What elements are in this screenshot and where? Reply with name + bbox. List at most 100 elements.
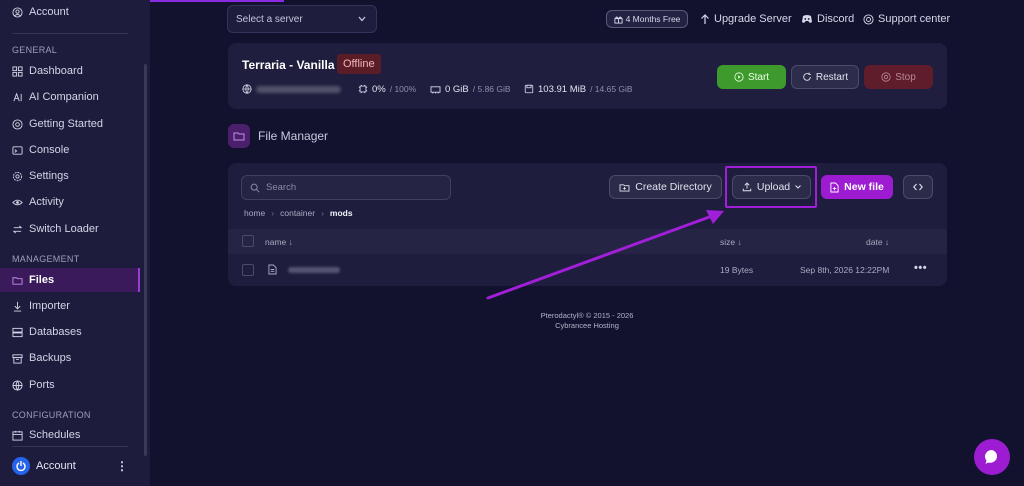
sidebar-item-files[interactable]: Files <box>0 268 140 292</box>
globe-icon <box>242 84 252 94</box>
file-icon <box>268 264 277 275</box>
stop-circle-icon <box>881 72 891 82</box>
footer: Pterodactyl® © 2015 - 2026 Cybrancee Hos… <box>487 311 687 331</box>
sidebar-item-schedules[interactable]: Schedules <box>12 427 80 443</box>
create-directory-label: Create Directory <box>635 181 712 193</box>
play-circle-icon <box>734 72 744 82</box>
sidebar-item-label: Activity <box>29 196 64 208</box>
breadcrumb: home › container › mods <box>244 207 353 219</box>
server-address <box>242 82 341 96</box>
switch-icon <box>12 225 23 233</box>
discord-link[interactable]: Discord <box>801 11 854 27</box>
file-manager-panel: Create Directory Upload New file home › … <box>228 163 947 286</box>
column-header-date[interactable]: date ↓ <box>866 237 889 247</box>
sidebar-item-label: Schedules <box>29 429 81 441</box>
file-plus-icon <box>830 182 839 192</box>
account-label: Account <box>36 460 76 472</box>
folder-icon <box>12 276 23 285</box>
upgrade-server-label: Upgrade Server <box>714 13 792 25</box>
memory-usage: 0 GiB / 5.86 GiB <box>430 82 511 96</box>
create-directory-button[interactable]: Create Directory <box>609 175 722 199</box>
sidebar-item-label: Dashboard <box>29 65 83 77</box>
user-circle-icon <box>12 6 23 18</box>
calendar-icon <box>12 430 23 441</box>
sidebar-item-account-top[interactable]: Account <box>12 4 69 20</box>
discord-icon <box>802 15 812 23</box>
sidebar-item-label: AI Companion <box>29 91 99 103</box>
status-badge: Offline <box>337 54 381 74</box>
breadcrumb-item-current: mods <box>329 208 353 218</box>
arrow-up-icon <box>701 13 709 24</box>
server-select[interactable]: Select a server <box>227 5 377 33</box>
sidebar-item-activity[interactable]: Activity <box>12 194 64 210</box>
kebab-menu-icon[interactable]: ⋮ <box>116 459 128 473</box>
sidebar-item-ports[interactable]: Ports <box>12 377 55 393</box>
row-options-icon[interactable]: ••• <box>914 262 927 274</box>
sidebar-divider <box>12 446 128 447</box>
select-all-checkbox[interactable] <box>242 235 254 247</box>
column-header-name[interactable]: name ↓ <box>265 237 293 247</box>
sidebar-item-switch-loader[interactable]: Switch Loader <box>12 221 99 237</box>
search-icon <box>250 183 260 193</box>
chat-icon <box>985 450 998 464</box>
power-icon <box>16 461 26 472</box>
sidebar-account-menu[interactable]: Account ⋮ <box>12 457 128 475</box>
breadcrumb-item-home[interactable]: home <box>244 208 265 218</box>
memory-limit: / 5.86 GiB <box>472 84 511 94</box>
file-date: Sep 8th, 2026 12:22PM <box>800 265 890 275</box>
sidebar-item-label: Files <box>29 274 55 286</box>
cpu-icon <box>358 84 368 94</box>
memory-value: 0 GiB <box>445 83 469 95</box>
code-icon <box>913 183 923 191</box>
sidebar-item-backups[interactable]: Backups <box>12 350 71 366</box>
redacted-filename <box>288 267 340 273</box>
upgrade-server-link[interactable]: Upgrade Server <box>700 11 792 27</box>
console-icon <box>12 145 23 155</box>
avatar <box>12 457 30 475</box>
gear-icon <box>12 171 23 181</box>
code-view-button[interactable] <box>903 175 933 199</box>
column-header-size[interactable]: size ↓ <box>720 237 742 247</box>
sidebar-item-label: Console <box>29 144 70 156</box>
breadcrumb-separator-icon: › <box>321 208 324 218</box>
sidebar-item-console[interactable]: Console <box>12 142 69 158</box>
restart-button[interactable]: Restart <box>791 65 859 89</box>
sidebar-item-importer[interactable]: Importer <box>12 298 70 314</box>
archive-icon <box>12 353 23 364</box>
page-title: File Manager <box>258 129 329 143</box>
search-field[interactable] <box>241 175 451 200</box>
upload-highlight-box <box>725 166 817 208</box>
sidebar-item-dashboard[interactable]: Dashboard <box>12 63 83 79</box>
folder-open-icon <box>233 132 245 141</box>
start-button[interactable]: Start <box>717 65 786 89</box>
sidebar-item-databases[interactable]: Databases <box>12 324 82 340</box>
sidebar-item-getting-started[interactable]: Getting Started <box>12 116 103 132</box>
sidebar-heading-management: MANAGEMENT <box>12 254 80 264</box>
table-row[interactable]: 19 Bytes Sep 8th, 2026 12:22PM ••• <box>228 255 947 285</box>
server-card: Terraria - Vanilla Offline 0% / 100% 0 G… <box>228 43 947 109</box>
sidebar-item-label: Getting Started <box>29 118 103 130</box>
download-icon <box>13 301 22 312</box>
sidebar-item-label: Backups <box>29 352 72 364</box>
breadcrumb-item-container[interactable]: container <box>280 208 315 218</box>
start-label: Start <box>747 71 770 83</box>
sidebar-item-settings[interactable]: Settings <box>12 168 69 184</box>
cpu-limit: / 100% <box>389 84 417 94</box>
sidebar-scrollbar[interactable] <box>144 64 147 456</box>
row-checkbox[interactable] <box>242 264 254 276</box>
file-manager-icon <box>228 124 250 148</box>
server-name: Terraria - Vanilla <box>242 58 335 72</box>
chat-support-button[interactable] <box>974 439 1010 475</box>
sidebar-heading-general: GENERAL <box>12 45 58 55</box>
sidebar-item-ai-companion[interactable]: AI Companion <box>12 89 99 105</box>
search-input[interactable] <box>266 182 436 193</box>
promo-badge[interactable]: 4 Months Free <box>606 10 688 28</box>
new-file-button[interactable]: New file <box>821 175 893 199</box>
discord-label: Discord <box>817 13 855 25</box>
eye-icon <box>12 199 23 205</box>
sidebar-item-label: Settings <box>29 170 69 182</box>
restart-label: Restart <box>815 71 849 83</box>
support-center-link[interactable]: Support center <box>863 11 950 27</box>
stop-button[interactable]: Stop <box>864 65 933 89</box>
footer-host: Cybrancee Hosting <box>555 321 619 330</box>
